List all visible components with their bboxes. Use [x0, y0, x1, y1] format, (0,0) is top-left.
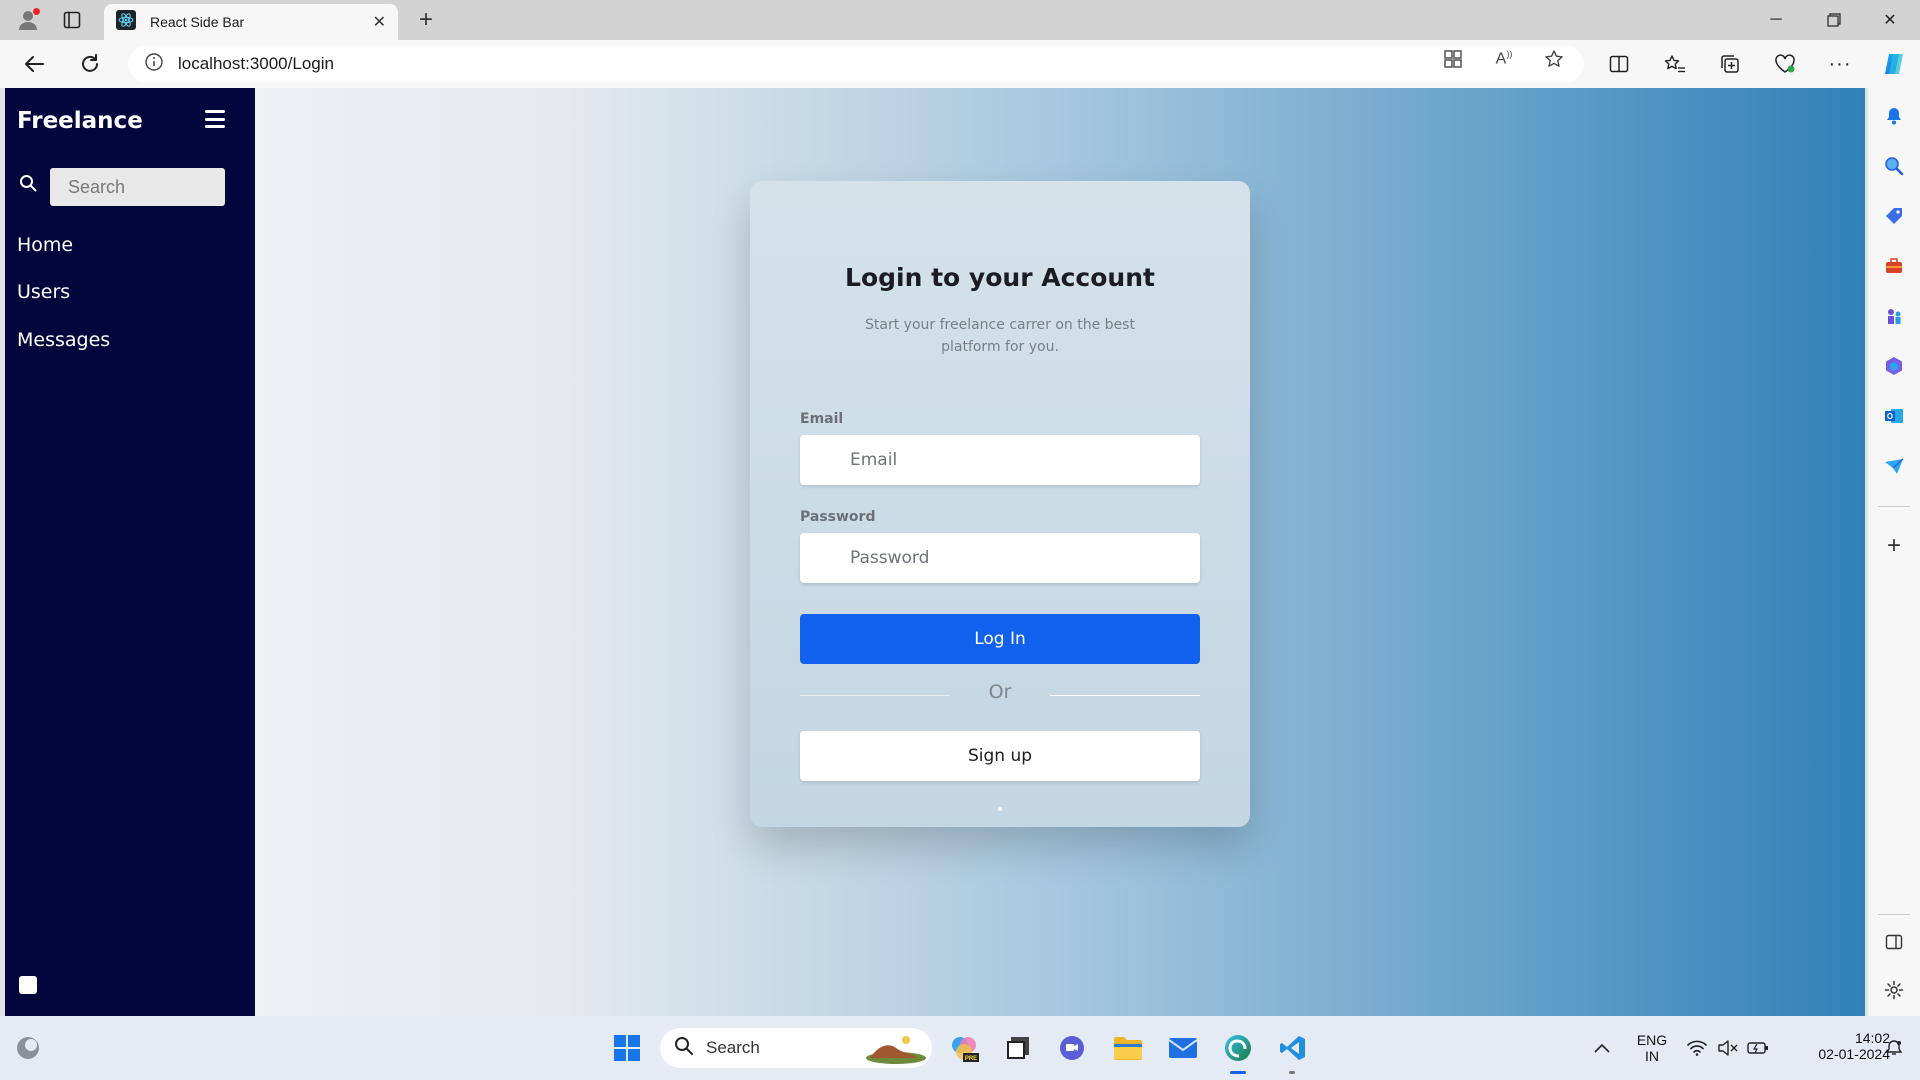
language-code: ENG — [1636, 1032, 1668, 1048]
or-text: Or — [988, 681, 1012, 703]
shopping-tag-icon[interactable] — [1880, 202, 1908, 230]
app-sidebar: Freelance Home Users Messages — [5, 88, 255, 1016]
weather-icon[interactable] — [10, 1030, 46, 1066]
search-icon — [19, 174, 37, 192]
bell-icon[interactable] — [1880, 102, 1908, 130]
active-app-indicator — [1230, 1071, 1246, 1074]
sidebar-search-input[interactable] — [50, 168, 225, 206]
tab-title: React Side Bar — [150, 14, 245, 30]
refresh-icon[interactable] — [76, 50, 104, 78]
password-field[interactable] — [800, 533, 1200, 583]
app-running-indicator — [1289, 1071, 1295, 1074]
send-icon[interactable] — [1880, 452, 1908, 480]
tools-icon[interactable] — [1880, 252, 1908, 280]
email-label: Email — [800, 411, 844, 427]
back-icon[interactable] — [20, 50, 48, 78]
decorative-dot — [998, 807, 1002, 811]
tab-close-icon[interactable]: ✕ — [373, 12, 386, 32]
edge-sidebar-divider — [1878, 506, 1910, 507]
password-label: Password — [800, 509, 876, 525]
edge-browser-icon[interactable] — [1220, 1030, 1256, 1074]
settings-gear-icon[interactable] — [1880, 976, 1908, 1004]
browser-essentials-icon[interactable] — [1771, 50, 1799, 78]
url-text: localhost:3000/Login — [178, 54, 334, 73]
split-screen-icon[interactable] — [1605, 50, 1633, 78]
outlook-icon[interactable]: O — [1880, 402, 1908, 430]
read-aloud-icon[interactable]: A)) — [1493, 48, 1515, 70]
brand-logo[interactable]: Freelance — [17, 108, 143, 134]
edge-sidebar-divider-bottom — [1878, 914, 1910, 915]
or-divider: Or — [800, 681, 1200, 709]
clock-time: 14:02 — [1854, 1030, 1890, 1046]
divider-line-right — [1050, 695, 1200, 696]
react-logo-icon — [116, 9, 136, 35]
battery-icon[interactable] — [1740, 1030, 1776, 1066]
apps-icon[interactable] — [1442, 48, 1464, 70]
more-options-icon[interactable]: ··· — [1826, 50, 1854, 78]
favorite-star-icon[interactable] — [1543, 48, 1565, 70]
notification-dot — [33, 8, 40, 15]
add-icon[interactable]: + — [1880, 532, 1908, 560]
site-info-icon[interactable] — [144, 52, 164, 77]
svg-text:O: O — [1887, 412, 1893, 421]
tab-actions-icon[interactable] — [60, 8, 84, 32]
microsoft-365-icon[interactable] — [1880, 352, 1908, 380]
games-icon[interactable] — [1880, 302, 1908, 330]
login-card: Login to your Account Start your freelan… — [750, 181, 1250, 827]
sidebar-item-users[interactable]: Users — [17, 281, 70, 303]
close-window-icon[interactable]: ✕ — [1862, 0, 1918, 40]
email-field[interactable] — [800, 435, 1200, 485]
taskbar-search[interactable]: Search — [660, 1028, 932, 1068]
profile-icon[interactable] — [12, 4, 44, 36]
settings-icon[interactable] — [19, 976, 37, 994]
collections-icon[interactable] — [1716, 50, 1744, 78]
browser-titlebar: React Side Bar ✕ + ─ ✕ — [0, 0, 1920, 40]
sidebar-item-home[interactable]: Home — [17, 234, 73, 256]
hide-sidebar-icon[interactable] — [1880, 928, 1908, 956]
copilot-icon[interactable] — [1880, 50, 1908, 78]
taskbar: Search PRE ENG IN 14:02 02-01-2024 — [0, 1016, 1920, 1080]
language-indicator[interactable]: ENG IN — [1630, 1032, 1674, 1064]
sidebar-item-messages[interactable]: Messages — [17, 329, 110, 351]
copilot-preview-icon[interactable]: PRE — [946, 1030, 982, 1066]
search-highlight-icon — [862, 1032, 926, 1069]
page-viewport: Freelance Home Users Messages Login to y… — [5, 88, 1865, 1016]
browser-tab-active[interactable]: React Side Bar ✕ — [104, 4, 398, 40]
taskbar-search-label: Search — [706, 1038, 760, 1057]
show-hidden-icons-icon[interactable] — [1584, 1030, 1620, 1066]
restore-icon[interactable] — [1806, 0, 1862, 40]
task-view-icon[interactable] — [1000, 1030, 1036, 1066]
new-tab-icon[interactable]: + — [412, 6, 440, 34]
menu-toggle-icon[interactable] — [205, 110, 225, 128]
vscode-icon[interactable] — [1275, 1030, 1311, 1074]
region-code: IN — [1645, 1048, 1659, 1064]
edge-sidebar: O + — [1868, 88, 1920, 1016]
minimize-icon[interactable]: ─ — [1748, 0, 1804, 40]
clock[interactable]: 14:02 02-01-2024 — [1780, 1030, 1890, 1062]
mail-icon[interactable] — [1165, 1030, 1201, 1066]
search-icon[interactable] — [1880, 152, 1908, 180]
browser-navbar: localhost:3000/Login A)) ··· — [0, 40, 1920, 88]
login-button[interactable]: Log In — [800, 614, 1200, 664]
address-bar[interactable]: localhost:3000/Login — [128, 46, 1584, 82]
notification-center-icon[interactable] — [1876, 1030, 1912, 1066]
clock-date: 02-01-2024 — [1818, 1046, 1890, 1062]
file-explorer-icon[interactable] — [1110, 1030, 1146, 1066]
login-title: Login to your Account — [845, 263, 1155, 292]
login-subtitle: Start your freelance carrer on the best … — [865, 317, 1135, 355]
signup-button[interactable]: Sign up — [800, 731, 1200, 781]
windows-start-icon[interactable] — [609, 1030, 645, 1066]
teams-chat-icon[interactable] — [1054, 1030, 1090, 1066]
svg-text:PRE: PRE — [965, 1056, 977, 1062]
search-icon — [674, 1036, 694, 1061]
favorites-icon[interactable] — [1661, 50, 1689, 78]
